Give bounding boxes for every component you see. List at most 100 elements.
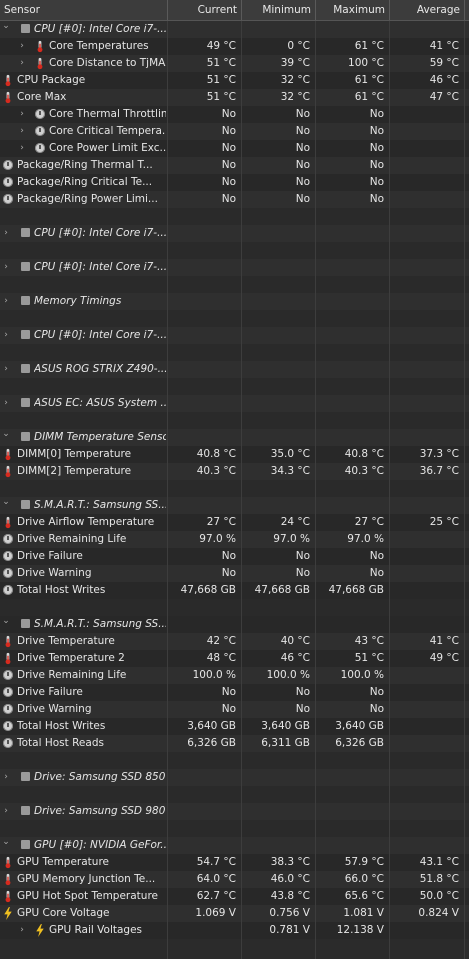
value-minimum: No	[295, 142, 310, 154]
value-average	[390, 701, 465, 718]
column-header-maximum[interactable]: Maximum	[316, 0, 390, 20]
collapse-arrow-icon[interactable]: ⌄	[2, 21, 10, 38]
expand-arrow-icon[interactable]: ›	[2, 259, 10, 276]
sensor-row[interactable]: CPU Package 51 °C 32 °C 61 °C 46 °C	[0, 72, 469, 89]
sensor-row[interactable]: Drive Temperature 42 °C 40 °C 43 °C 41 °C	[0, 633, 469, 650]
column-divider	[389, 21, 390, 959]
sensor-row[interactable]: Drive Warning No No No	[0, 565, 469, 582]
sensor-name: Total Host Writes	[17, 584, 106, 596]
expand-arrow-icon[interactable]: ›	[18, 38, 26, 55]
sensor-group-row[interactable]: › Memory Timings	[0, 293, 469, 310]
sensor-row[interactable]: Drive Remaining Life 97.0 % 97.0 % 97.0 %	[0, 531, 469, 548]
spacer-row	[0, 344, 469, 361]
value-maximum: 27 °C	[354, 516, 384, 528]
sensor-name: ASUS ROG STRIX Z490-...	[34, 363, 166, 375]
value-maximum: 57.9 °C	[344, 856, 384, 868]
expand-arrow-icon[interactable]: ›	[2, 769, 10, 786]
sensor-row[interactable]: Drive Warning No No No	[0, 701, 469, 718]
sensor-row[interactable]: › Core Distance to TjMAX 51 °C 39 °C 100 °C 5…	[0, 55, 469, 72]
sensor-group-row[interactable]: › Drive: Samsung SSD 850...	[0, 769, 469, 786]
value-average: 36.7 °C	[419, 465, 459, 477]
sensor-row[interactable]: Core Max 51 °C 32 °C 61 °C 47 °C	[0, 89, 469, 106]
value-maximum: No	[369, 193, 384, 205]
clock-icon	[3, 585, 13, 595]
expand-arrow-icon[interactable]: ›	[2, 361, 10, 378]
sensor-row[interactable]: DIMM[0] Temperature 40.8 °C 35.0 °C 40.8 °C…	[0, 446, 469, 463]
column-header-average[interactable]: Average	[390, 0, 465, 20]
value-maximum: 100.0 %	[340, 669, 384, 681]
thermometer-icon	[34, 57, 46, 70]
expand-arrow-icon[interactable]: ›	[18, 140, 26, 157]
chip-icon	[19, 228, 32, 237]
sensor-row[interactable]: Drive Remaining Life 100.0 % 100.0 % 100.0 …	[0, 667, 469, 684]
sensor-row[interactable]: GPU Memory Junction Te... 64.0 °C 46.0 °C 6…	[0, 871, 469, 888]
expand-arrow-icon[interactable]: ›	[18, 123, 26, 140]
expand-arrow-icon[interactable]: ›	[2, 293, 10, 310]
value-maximum: 66.0 °C	[344, 873, 384, 885]
collapse-arrow-icon[interactable]: ⌄	[2, 497, 10, 514]
sensor-row[interactable]: › Core Power Limit Exc... No No No	[0, 140, 469, 157]
sensor-name: CPU Package	[17, 74, 86, 86]
sensor-row[interactable]: DIMM[2] Temperature 40.3 °C 34.3 °C 40.3 °C…	[0, 463, 469, 480]
value-maximum: 100 °C	[348, 57, 384, 69]
sensor-row[interactable]: GPU Core Voltage 1.069 V 0.756 V 1.081 V 0.8…	[0, 905, 469, 922]
expand-arrow-icon[interactable]: ›	[2, 395, 10, 412]
value-current: 40.8 °C	[196, 448, 236, 460]
expand-arrow-icon[interactable]: ›	[2, 225, 10, 242]
expand-arrow-icon[interactable]: ›	[2, 803, 10, 820]
sensor-name: Package/Ring Power Limi...	[17, 193, 158, 205]
sensor-group-row[interactable]: › ASUS EC: ASUS System ...	[0, 395, 469, 412]
sensor-row[interactable]: GPU Hot Spot Temperature 62.7 °C 43.8 °C 65…	[0, 888, 469, 905]
sensor-row[interactable]: Drive Failure No No No	[0, 548, 469, 565]
value-minimum: No	[295, 159, 310, 171]
sensor-row[interactable]: Total Host Writes 47,668 GB 47,668 GB 47,66…	[0, 582, 469, 599]
sensor-group-row[interactable]: ⌄ GPU [#0]: NVIDIA GeFor...	[0, 837, 469, 854]
spacer-row	[0, 208, 469, 225]
value-maximum: No	[369, 703, 384, 715]
collapse-arrow-icon[interactable]: ⌄	[2, 429, 10, 446]
sensor-row[interactable]: Drive Airflow Temperature 27 °C 24 °C 27 °C…	[0, 514, 469, 531]
spacer-row	[0, 310, 469, 327]
column-header-minimum[interactable]: Minimum	[242, 0, 316, 20]
expand-arrow-icon[interactable]: ›	[18, 106, 26, 123]
sensor-name: Drive Failure	[17, 550, 83, 562]
sensor-row[interactable]: Total Host Reads 6,326 GB 6,311 GB 6,326 GB	[0, 735, 469, 752]
clock-icon	[3, 160, 13, 170]
collapse-arrow-icon[interactable]: ⌄	[2, 837, 10, 854]
thermometer-icon	[2, 652, 14, 665]
expand-arrow-icon[interactable]: ›	[18, 922, 26, 939]
value-current: No	[221, 567, 236, 579]
sensor-group-row[interactable]: ⌄ CPU [#0]: Intel Core i7-...	[0, 21, 469, 38]
collapse-arrow-icon[interactable]: ⌄	[2, 616, 10, 633]
sensor-name: GPU Memory Junction Te...	[17, 873, 156, 885]
sensor-row[interactable]: Drive Failure No No No	[0, 684, 469, 701]
column-header-current[interactable]: Current	[168, 0, 242, 20]
sensor-group-row[interactable]: ⌄ S.M.A.R.T.: Samsung SS...	[0, 497, 469, 514]
sensor-name: Drive: Samsung SSD 980...	[34, 805, 166, 817]
sensor-group-row[interactable]: › CPU [#0]: Intel Core i7-...	[0, 225, 469, 242]
column-header-sensor[interactable]: Sensor	[0, 0, 168, 20]
sensor-row[interactable]: › Core Temperatures 49 °C 0 °C 61 °C 41 °C	[0, 38, 469, 55]
sensor-name: Core Distance to TjMAX	[49, 57, 166, 69]
clock-icon	[3, 687, 13, 697]
sensor-group-row[interactable]: › ASUS ROG STRIX Z490-...	[0, 361, 469, 378]
chip-icon	[19, 432, 32, 441]
sensor-row[interactable]: › GPU Rail Voltages 0.781 V 12.138 V	[0, 922, 469, 939]
value-average: 50.0 °C	[419, 890, 459, 902]
expand-arrow-icon[interactable]: ›	[18, 55, 26, 72]
sensor-row[interactable]: Package/Ring Power Limi... No No No	[0, 191, 469, 208]
sensor-row[interactable]: GPU Temperature 54.7 °C 38.3 °C 57.9 °C 43.1…	[0, 854, 469, 871]
sensor-group-row[interactable]: › Drive: Samsung SSD 980...	[0, 803, 469, 820]
sensor-row[interactable]: › Core Thermal Throttling No No No	[0, 106, 469, 123]
sensor-group-row[interactable]: › CPU [#0]: Intel Core i7-...	[0, 259, 469, 276]
value-maximum: 65.6 °C	[344, 890, 384, 902]
sensor-group-row[interactable]: › CPU [#0]: Intel Core i7-...	[0, 327, 469, 344]
sensor-row[interactable]: Package/Ring Thermal T... No No No	[0, 157, 469, 174]
sensor-row[interactable]: Package/Ring Critical Te... No No No	[0, 174, 469, 191]
sensor-group-row[interactable]: ⌄ S.M.A.R.T.: Samsung SS...	[0, 616, 469, 633]
expand-arrow-icon[interactable]: ›	[2, 327, 10, 344]
sensor-row[interactable]: Total Host Writes 3,640 GB 3,640 GB 3,640 G…	[0, 718, 469, 735]
sensor-row[interactable]: › Core Critical Tempera... No No No	[0, 123, 469, 140]
sensor-group-row[interactable]: ⌄ DIMM Temperature Sensor	[0, 429, 469, 446]
sensor-row[interactable]: Drive Temperature 2 48 °C 46 °C 51 °C 49 °C	[0, 650, 469, 667]
